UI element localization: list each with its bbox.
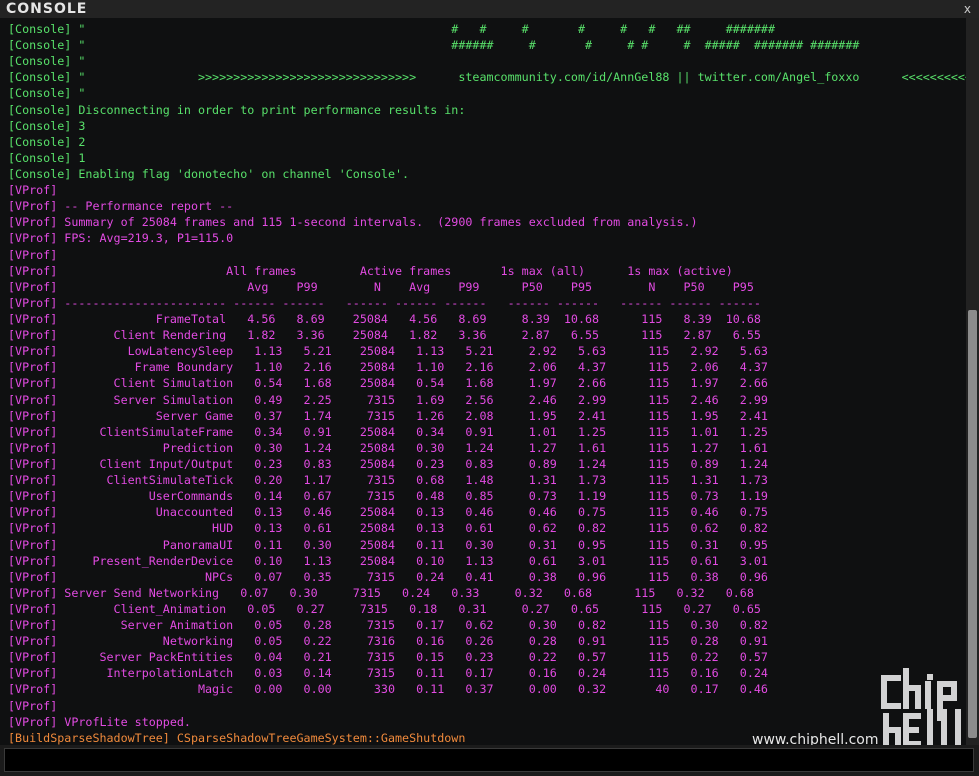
log-line: [VProf] UserCommands 0.14 0.67 7315 0.48… xyxy=(8,489,768,504)
log-line: [VProf] Client_Animation 0.05 0.27 7315 … xyxy=(8,601,761,616)
log-line: [VProf] FPS: Avg=219.3, P1=115.0 xyxy=(8,231,234,246)
log-line: [Console] 3 xyxy=(8,118,86,133)
scrollbar[interactable] xyxy=(966,18,979,745)
log-lines: [Console] " # # # # # # ## ####### [Cons… xyxy=(0,21,966,745)
log-line: [VProf] All frames Active frames 1s max … xyxy=(8,263,733,278)
log-line: [VProf] Client Simulation 0.54 1.68 2508… xyxy=(8,376,768,391)
log-line: [VProf] LowLatencySleep 1.13 5.21 25084 … xyxy=(8,344,768,359)
log-line: [VProf] PanoramaUI 0.11 0.30 25084 0.11 … xyxy=(8,537,768,552)
log-line: [VProf] Prediction 0.30 1.24 25084 0.30 … xyxy=(8,440,768,455)
log-line: [Console] Enabling flag 'donotecho' on c… xyxy=(8,166,410,181)
log-line: [Console] " >>>>>>>>>>>>>>>>>>>>>>>>>>>>… xyxy=(8,70,966,85)
log-line: [VProf] Unaccounted 0.13 0.46 25084 0.13… xyxy=(8,505,768,520)
command-input[interactable] xyxy=(4,748,974,772)
log-line: [VProf] Networking 0.05 0.22 7316 0.16 0… xyxy=(8,634,768,649)
log-line: [VProf] Avg P99 N Avg P99 P50 P95 N P50 … xyxy=(8,279,754,294)
log-line: [VProf] ----------------------- ------ -… xyxy=(8,295,761,310)
log-line: [VProf] NPCs 0.07 0.35 7315 0.24 0.41 0.… xyxy=(8,569,768,584)
log-line: [Console] Disconnecting in order to prin… xyxy=(8,102,466,117)
log-line: [VProf] Server Send Networking 0.07 0.30… xyxy=(8,585,754,600)
chiphell-logo xyxy=(881,668,961,747)
log-line: [Console] " # # # # # # ## ####### xyxy=(8,22,825,36)
log-line: [Console] " xyxy=(8,54,86,69)
log-line: [Console] " ###### # # # # # ##### #####… xyxy=(8,38,860,53)
log-line: [VProf] FrameTotal 4.56 8.69 25084 4.56 … xyxy=(8,311,761,326)
log-line: [Console] " xyxy=(8,86,86,101)
log-line: [VProf] HUD 0.13 0.61 25084 0.13 0.61 0.… xyxy=(8,521,768,536)
log-line: [VProf] Frame Boundary 1.10 2.16 25084 1… xyxy=(8,360,768,375)
log-line: [VProf] VProfLite stopped. xyxy=(8,714,191,729)
log-line: [VProf] Server PackEntities 0.04 0.21 73… xyxy=(8,650,768,665)
log-line: [VProf] Present_RenderDevice 0.10 1.13 2… xyxy=(8,553,768,568)
input-bar xyxy=(0,745,979,776)
log-line: [VProf] -- Performance report -- xyxy=(8,199,234,214)
log-line: [Console] 1 xyxy=(8,150,86,165)
log-line: [VProf] Client Rendering 1.82 3.36 25084… xyxy=(8,328,761,343)
log-line: [VProf] ClientSimulateFrame 0.34 0.91 25… xyxy=(8,424,768,439)
log-line: [VProf] Summary of 25084 frames and 115 … xyxy=(8,215,698,230)
log-line: [VProf] InterpolationLatch 0.03 0.14 731… xyxy=(8,666,768,681)
log-line: [VProf] Magic 0.00 0.00 330 0.11 0.37 0.… xyxy=(8,682,768,697)
log-line: [VProf] Server Simulation 0.49 2.25 7315… xyxy=(8,392,768,407)
log-line: [VProf] Server Game 0.37 1.74 7315 1.26 … xyxy=(8,408,768,423)
close-icon[interactable]: x xyxy=(964,0,971,18)
log-line: [VProf] Client Input/Output 0.23 0.83 25… xyxy=(8,456,768,471)
log-line: [VProf] xyxy=(8,698,58,713)
window-title: CONSOLE xyxy=(6,1,88,17)
log-line: [Console] 2 xyxy=(8,134,86,149)
log-line: [VProf] ClientSimulateTick 0.20 1.17 731… xyxy=(8,473,768,488)
console-title-bar[interactable]: CONSOLE x xyxy=(0,0,979,18)
log-line: [VProf] xyxy=(8,247,58,262)
scrollbar-thumb[interactable] xyxy=(968,310,977,738)
log-line: [VProf] xyxy=(8,183,58,198)
log-line: [VProf] Server Animation 0.05 0.28 7315 … xyxy=(8,618,768,633)
console-output[interactable]: [Console] " # # # # # # ## ####### [Cons… xyxy=(0,18,966,745)
